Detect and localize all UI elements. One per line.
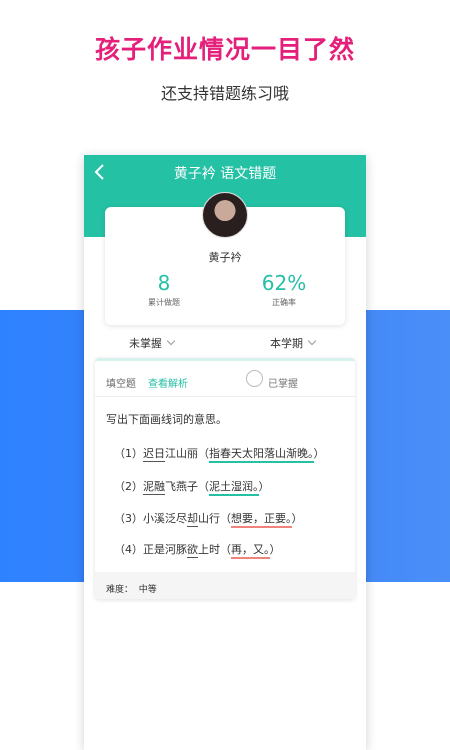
answer-text: 指春天太阳落山渐晚。 [209,447,314,463]
item-close: ） [313,447,325,460]
item-text: 山行（ [198,512,231,525]
item-text: 江山丽（ [165,447,209,460]
term-filter-dropdown[interactable]: 本学期 [270,335,317,351]
phone-screen: 黄子衿 语文错题 黄子衿 8 累计做题 62% 正确率 未掌握 本学期 填空题 … [84,155,366,750]
difficulty-label: 难度： [106,585,134,595]
underlined-word: 泥融 [143,480,165,495]
mastery-filter-dropdown[interactable]: 未掌握 [129,335,176,351]
underlined-word: 迟日 [143,447,165,462]
underlined-word: 却 [187,512,198,527]
underlined-word: 欲 [187,543,198,558]
accuracy-label: 正确率 [272,298,296,307]
chevron-down-icon [166,336,176,346]
item-text: 小溪泛尽 [143,512,187,525]
question-item: （2）泥融飞燕子（泥土湿润。） [114,478,270,496]
item-number: （2） [114,480,143,493]
item-close: ） [269,543,281,556]
item-number: （4） [114,543,143,556]
answer-text: 想要，正要。 [231,512,292,528]
item-text: 飞燕子（ [165,480,209,493]
accuracy-value: 62% [261,271,307,295]
student-name: 黄子衿 [208,251,242,264]
total-questions-value: 8 [157,271,171,295]
page-title: 黄子衿 语文错题 [173,166,277,182]
difficulty-value: 中等 [138,585,157,595]
term-filter-label: 本学期 [270,337,303,350]
item-text: 正是河豚 [143,543,187,556]
answer-text: 泥土湿润。 [209,480,259,496]
question-type: 填空题 [106,379,136,390]
promo-headline: 孩子作业情况一目了然 [94,35,355,64]
question-footer: 难度： 中等 [95,572,355,599]
question-prompt: 写出下面画线词的意思。 [106,413,227,426]
answer-text: 再，又。 [231,543,270,559]
question-item: （4）正是河豚欲上时（再，又。） [114,541,281,559]
item-number: （3） [114,512,143,525]
item-close: ） [291,512,303,525]
question-card: 填空题 查看解析 已掌握 写出下面画线词的意思。 （1）迟日江山丽（指春天太阳落… [95,358,355,599]
promo-subline: 还支持错题练习哦 [160,84,289,103]
item-number: （1） [114,447,143,460]
difficulty: 难度： 中等 [106,582,157,595]
total-questions-label: 累计做题 [148,298,180,307]
mastery-filter-label: 未掌握 [129,337,162,350]
avatar [202,192,248,238]
item-close: ） [258,480,270,493]
question-item: （3）小溪泛尽却山行（想要，正要。） [114,510,303,528]
mastered-label: 已掌握 [268,379,298,390]
question-item: （1）迟日江山丽（指春天太阳落山渐晚。） [114,445,325,463]
mastered-radio-icon[interactable] [246,370,263,387]
item-text: 上时（ [198,543,231,556]
view-analysis-link[interactable]: 查看解析 [148,375,188,390]
question-card-header: 填空题 查看解析 已掌握 [95,361,355,397]
chevron-down-icon [307,336,317,346]
